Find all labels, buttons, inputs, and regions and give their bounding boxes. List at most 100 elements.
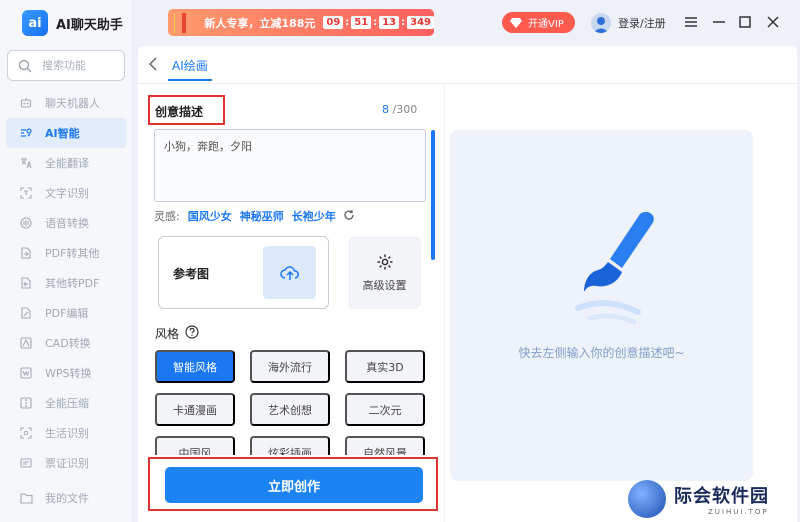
folder-icon: [20, 493, 33, 504]
style-option[interactable]: 炫彩插画: [250, 436, 330, 455]
translate-icon: [20, 157, 32, 169]
paint-brush-icon: [575, 211, 654, 325]
gear-icon: [377, 254, 392, 269]
cloud-upload-icon: [279, 265, 299, 280]
sidebar-nav: 聊天机器人 AI智能 全能翻译 文字识别 语音转换 PDF转其他 其他转PDF: [6, 88, 126, 478]
vip-button[interactable]: 开通VIP: [502, 12, 575, 33]
search-input[interactable]: [42, 59, 122, 72]
inspiration-label: 灵感:: [154, 210, 180, 223]
login-label: 登录/注册: [618, 17, 666, 30]
sidebar-item-cad[interactable]: CAD转换: [6, 328, 126, 358]
robot-icon: [20, 97, 32, 109]
timer-milliseconds: 349: [407, 16, 434, 29]
search-box[interactable]: [7, 50, 125, 81]
sidebar-item-label: PDF编辑: [45, 307, 89, 320]
divider: [444, 84, 445, 522]
inspiration-chip[interactable]: 神秘巫师: [240, 208, 284, 224]
pdf-export-icon: [20, 247, 32, 259]
advanced-settings-button[interactable]: 高级设置: [348, 236, 421, 309]
reference-image-card[interactable]: 参考图: [158, 236, 329, 309]
style-option[interactable]: 中国风: [155, 436, 235, 455]
inspiration-chip[interactable]: 国风少女: [188, 208, 232, 224]
minimize-icon: [713, 21, 725, 23]
my-files-link[interactable]: 我的文件: [20, 490, 89, 506]
ai-icon: [20, 127, 32, 139]
style-option[interactable]: 海外流行: [250, 350, 330, 383]
top-bar: 新人专享，立减188元 09: 51: 13: 349 开通VIP 登录/注册: [133, 0, 800, 46]
inspiration-row: 灵感: 国风少女 神秘巫师 长袍少年: [154, 208, 344, 224]
watermark-subtitle: ZUIHUI.TOP: [708, 508, 769, 516]
sidebar: ai AI聊天助手 聊天机器人 AI智能 全能翻译 文字识别 语音转换 PDF: [0, 0, 133, 522]
char-counter: 8 /300: [382, 103, 417, 116]
menu-button[interactable]: [683, 14, 699, 30]
sidebar-item-label: AI智能: [45, 127, 80, 140]
inspiration-chip[interactable]: 长袍少年: [292, 208, 336, 224]
sidebar-item-chatbot[interactable]: 聊天机器人: [6, 88, 126, 118]
advanced-settings-label: 高级设置: [362, 278, 407, 292]
close-button[interactable]: [765, 14, 781, 30]
sidebar-item-ocr[interactable]: 文字识别: [6, 178, 126, 208]
tab-underline: [168, 79, 212, 81]
sidebar-item-label: CAD转换: [45, 337, 91, 350]
minimize-button[interactable]: [711, 14, 727, 30]
style-option[interactable]: 自然风景: [345, 436, 425, 455]
help-icon[interactable]: [185, 325, 199, 339]
sidebar-item-ticket[interactable]: 票证识别: [6, 448, 126, 478]
refresh-icon[interactable]: [343, 209, 355, 221]
sidebar-item-label: 全能翻译: [45, 157, 89, 170]
sidebar-item-label: 全能压缩: [45, 397, 89, 410]
sidebar-item-pdf-import[interactable]: 其他转PDF: [6, 268, 126, 298]
style-option[interactable]: 艺术创想: [250, 393, 330, 426]
style-option-smart[interactable]: 智能风格: [155, 350, 235, 383]
creative-title: 创意描述: [155, 105, 204, 119]
wps-icon: [20, 367, 32, 379]
sidebar-item-compress[interactable]: 全能压缩: [6, 388, 126, 418]
scrollbar[interactable]: [431, 130, 435, 260]
vip-label: 开通VIP: [528, 19, 564, 30]
sidebar-item-wps[interactable]: WPS转换: [6, 358, 126, 388]
timer-minutes: 51: [351, 16, 372, 29]
app-name: AI聊天助手: [56, 17, 123, 33]
sidebar-item-pdf-export[interactable]: PDF转其他: [6, 238, 126, 268]
compress-icon: [20, 397, 32, 409]
sidebar-item-voice[interactable]: 语音转换: [6, 208, 126, 238]
sidebar-item-pdf-edit[interactable]: PDF编辑: [6, 298, 126, 328]
promo-banner[interactable]: 新人专享，立减188元 09: 51: 13: 349: [168, 9, 434, 36]
watermark-title: 际会软件园: [674, 486, 769, 507]
watermark: 际会软件园 ZUIHUI.TOP: [628, 476, 800, 522]
sidebar-item-label: 票证识别: [45, 457, 89, 470]
ocr-icon: [20, 187, 32, 199]
reference-label: 参考图: [173, 267, 210, 281]
timer-seconds: 13: [379, 16, 400, 29]
prompt-textarea[interactable]: 小狗，奔跑，夕阳: [154, 129, 426, 202]
pdf-import-icon: [20, 277, 32, 289]
back-arrow-icon[interactable]: [146, 56, 160, 72]
sidebar-item-label: 其他转PDF: [45, 277, 100, 290]
voice-icon: [20, 217, 32, 229]
tab-ai-painting[interactable]: AI绘画: [172, 57, 208, 74]
login-button[interactable]: 登录/注册: [591, 13, 666, 33]
style-option[interactable]: 真实3D: [345, 350, 425, 383]
create-button[interactable]: 立即创作: [165, 467, 423, 503]
sidebar-item-label: 聊天机器人: [45, 97, 100, 110]
preview-area: 快去左侧输入你的创意描述吧~: [450, 130, 753, 481]
menu-icon: [685, 17, 697, 27]
timer-hours: 09: [323, 16, 344, 29]
create-button-highlight: 立即创作: [148, 457, 438, 511]
sidebar-item-translate[interactable]: 全能翻译: [6, 148, 126, 178]
globe-logo-icon: [628, 480, 666, 518]
upload-button[interactable]: [263, 246, 316, 299]
style-options: 智能风格 海外流行 真实3D 卡通漫画 艺术创想 二次元 中国风 炫彩插画 自然…: [155, 350, 425, 455]
sidebar-item-label: 生活识别: [45, 427, 89, 440]
sidebar-item-ai[interactable]: AI智能: [6, 118, 126, 148]
sidebar-item-scan[interactable]: 生活识别: [6, 418, 126, 448]
scan-icon: [20, 427, 32, 439]
maximize-button[interactable]: [737, 14, 753, 30]
tab-bar: AI绘画: [138, 46, 797, 84]
countdown-timer: 09: 51: 13: 349: [323, 16, 434, 29]
style-option[interactable]: 二次元: [345, 393, 425, 426]
avatar: [591, 13, 611, 33]
cad-icon: [20, 337, 32, 349]
sidebar-item-label: PDF转其他: [45, 247, 100, 260]
style-option[interactable]: 卡通漫画: [155, 393, 235, 426]
